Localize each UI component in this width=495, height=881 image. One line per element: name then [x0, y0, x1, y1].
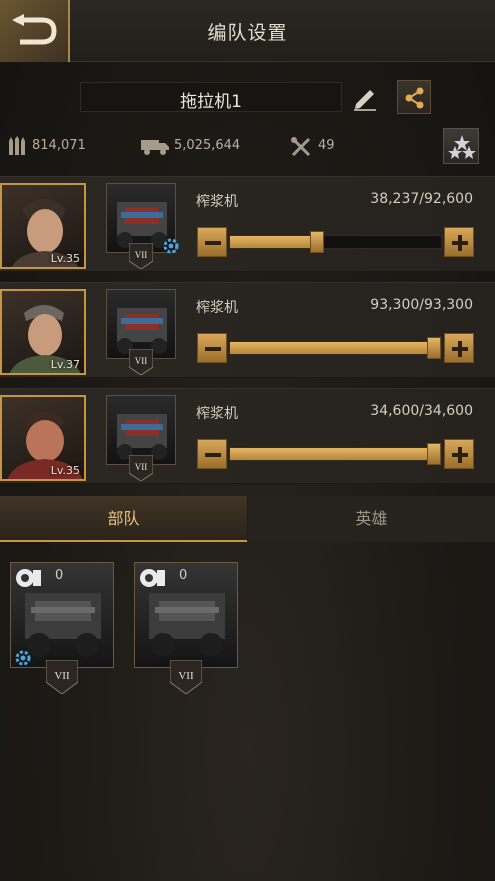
bullets-icon	[9, 136, 25, 155]
truck-icon	[141, 140, 169, 155]
reserve-quantity: 0	[179, 568, 188, 583]
slider-fill	[230, 342, 441, 354]
unit-slot[interactable]: VII	[106, 289, 176, 375]
slider-fill	[230, 448, 441, 460]
svg-text:VII: VII	[54, 670, 70, 682]
troop-row: Lv.37 VII 榨浆机 93,300/93,300	[0, 282, 495, 378]
troop-count: 38,237/92,600	[370, 191, 473, 207]
unit-name: 榨浆机	[196, 300, 238, 316]
troop-slider[interactable]	[229, 337, 442, 359]
resource-stats: 814,071 5,025,644 49	[0, 126, 495, 166]
hero-level: Lv.35	[50, 464, 80, 477]
increase-button[interactable]	[444, 227, 474, 257]
slider-handle[interactable]	[427, 337, 441, 359]
unit-name: 榨浆机	[196, 194, 238, 210]
hero-portrait[interactable]: Lv.35	[0, 395, 86, 481]
pencil-icon	[354, 90, 376, 111]
gear-icon	[15, 650, 31, 666]
tier-badge: VII	[129, 455, 153, 481]
increase-button[interactable]	[444, 333, 474, 363]
reserve-unit-card: 0	[10, 562, 114, 668]
tools-value: 49	[318, 138, 335, 153]
plus-icon	[452, 235, 468, 251]
troop-row: Lv.35 VII 榨浆机 38,237/92,600	[0, 176, 495, 272]
unit-slot[interactable]: VII	[106, 183, 179, 269]
increase-button[interactable]	[444, 439, 474, 469]
tire-icon	[16, 569, 41, 587]
tier-badge: VII	[129, 349, 153, 375]
troop-slider[interactable]	[229, 231, 442, 253]
tab-troops[interactable]: 部队	[0, 496, 247, 542]
tire-icon	[140, 569, 165, 587]
unit-name: 榨浆机	[196, 406, 238, 422]
tools-icon	[291, 137, 311, 157]
troop-slider[interactable]	[229, 443, 442, 465]
top-bar: 编队设置	[0, 0, 495, 62]
minus-icon	[205, 453, 221, 457]
reserve-unit-card: 0	[134, 562, 238, 668]
svg-text:VII: VII	[135, 250, 148, 260]
share-button[interactable]	[397, 80, 431, 114]
plus-icon	[452, 341, 468, 357]
hero-portrait[interactable]: Lv.37	[0, 289, 86, 375]
tier-badge: VII	[46, 660, 78, 694]
tools-stat: 49	[290, 136, 370, 157]
formation-screen: 编队设置 拖拉机1 814,071 5,025,644 49 Lv.35 VII…	[0, 0, 495, 881]
rank-button[interactable]	[443, 128, 479, 164]
tier-badge: VII	[129, 243, 153, 269]
reserve-unit[interactable]: 0 VII	[134, 562, 238, 694]
decrease-button[interactable]	[197, 227, 227, 257]
svg-text:VII: VII	[135, 356, 148, 366]
plus-icon	[452, 447, 468, 463]
formation-name: 拖拉机1	[180, 92, 242, 112]
gear-icon	[163, 238, 179, 254]
stars-icon	[448, 135, 476, 159]
reserve-unit[interactable]: 0 VII	[10, 562, 114, 694]
transport-value: 5,025,644	[174, 138, 241, 153]
decrease-button[interactable]	[197, 333, 227, 363]
edit-name-button[interactable]	[350, 82, 380, 112]
unit-slot[interactable]: VII	[106, 395, 176, 481]
ammo-stat: 814,071	[8, 136, 118, 156]
minus-icon	[205, 347, 221, 351]
svg-text:VII: VII	[178, 670, 194, 682]
slider-fill	[230, 236, 317, 248]
troop-count: 93,300/93,300	[370, 297, 473, 313]
hero-portrait[interactable]: Lv.35	[0, 183, 86, 269]
slider-handle[interactable]	[310, 231, 324, 253]
troop-count: 34,600/34,600	[370, 403, 473, 419]
ammo-value: 814,071	[32, 138, 86, 153]
page-title: 编队设置	[207, 22, 288, 44]
formation-name-field[interactable]: 拖拉机1	[80, 82, 342, 112]
tier-badge: VII	[170, 660, 202, 694]
minus-icon	[205, 241, 221, 245]
transport-stat: 5,025,644	[140, 136, 270, 156]
svg-text:VII: VII	[135, 462, 148, 472]
hero-level: Lv.35	[50, 252, 80, 265]
slider-handle[interactable]	[427, 443, 441, 465]
troop-row: Lv.35 VII 榨浆机 34,600/34,600	[0, 388, 495, 484]
hero-level: Lv.37	[50, 358, 80, 371]
reserve-quantity: 0	[55, 568, 64, 583]
share-icon	[405, 87, 424, 109]
decrease-button[interactable]	[197, 439, 227, 469]
tab-heroes[interactable]: 英雄	[248, 496, 495, 542]
tab-bar: 部队 英雄	[0, 496, 495, 542]
